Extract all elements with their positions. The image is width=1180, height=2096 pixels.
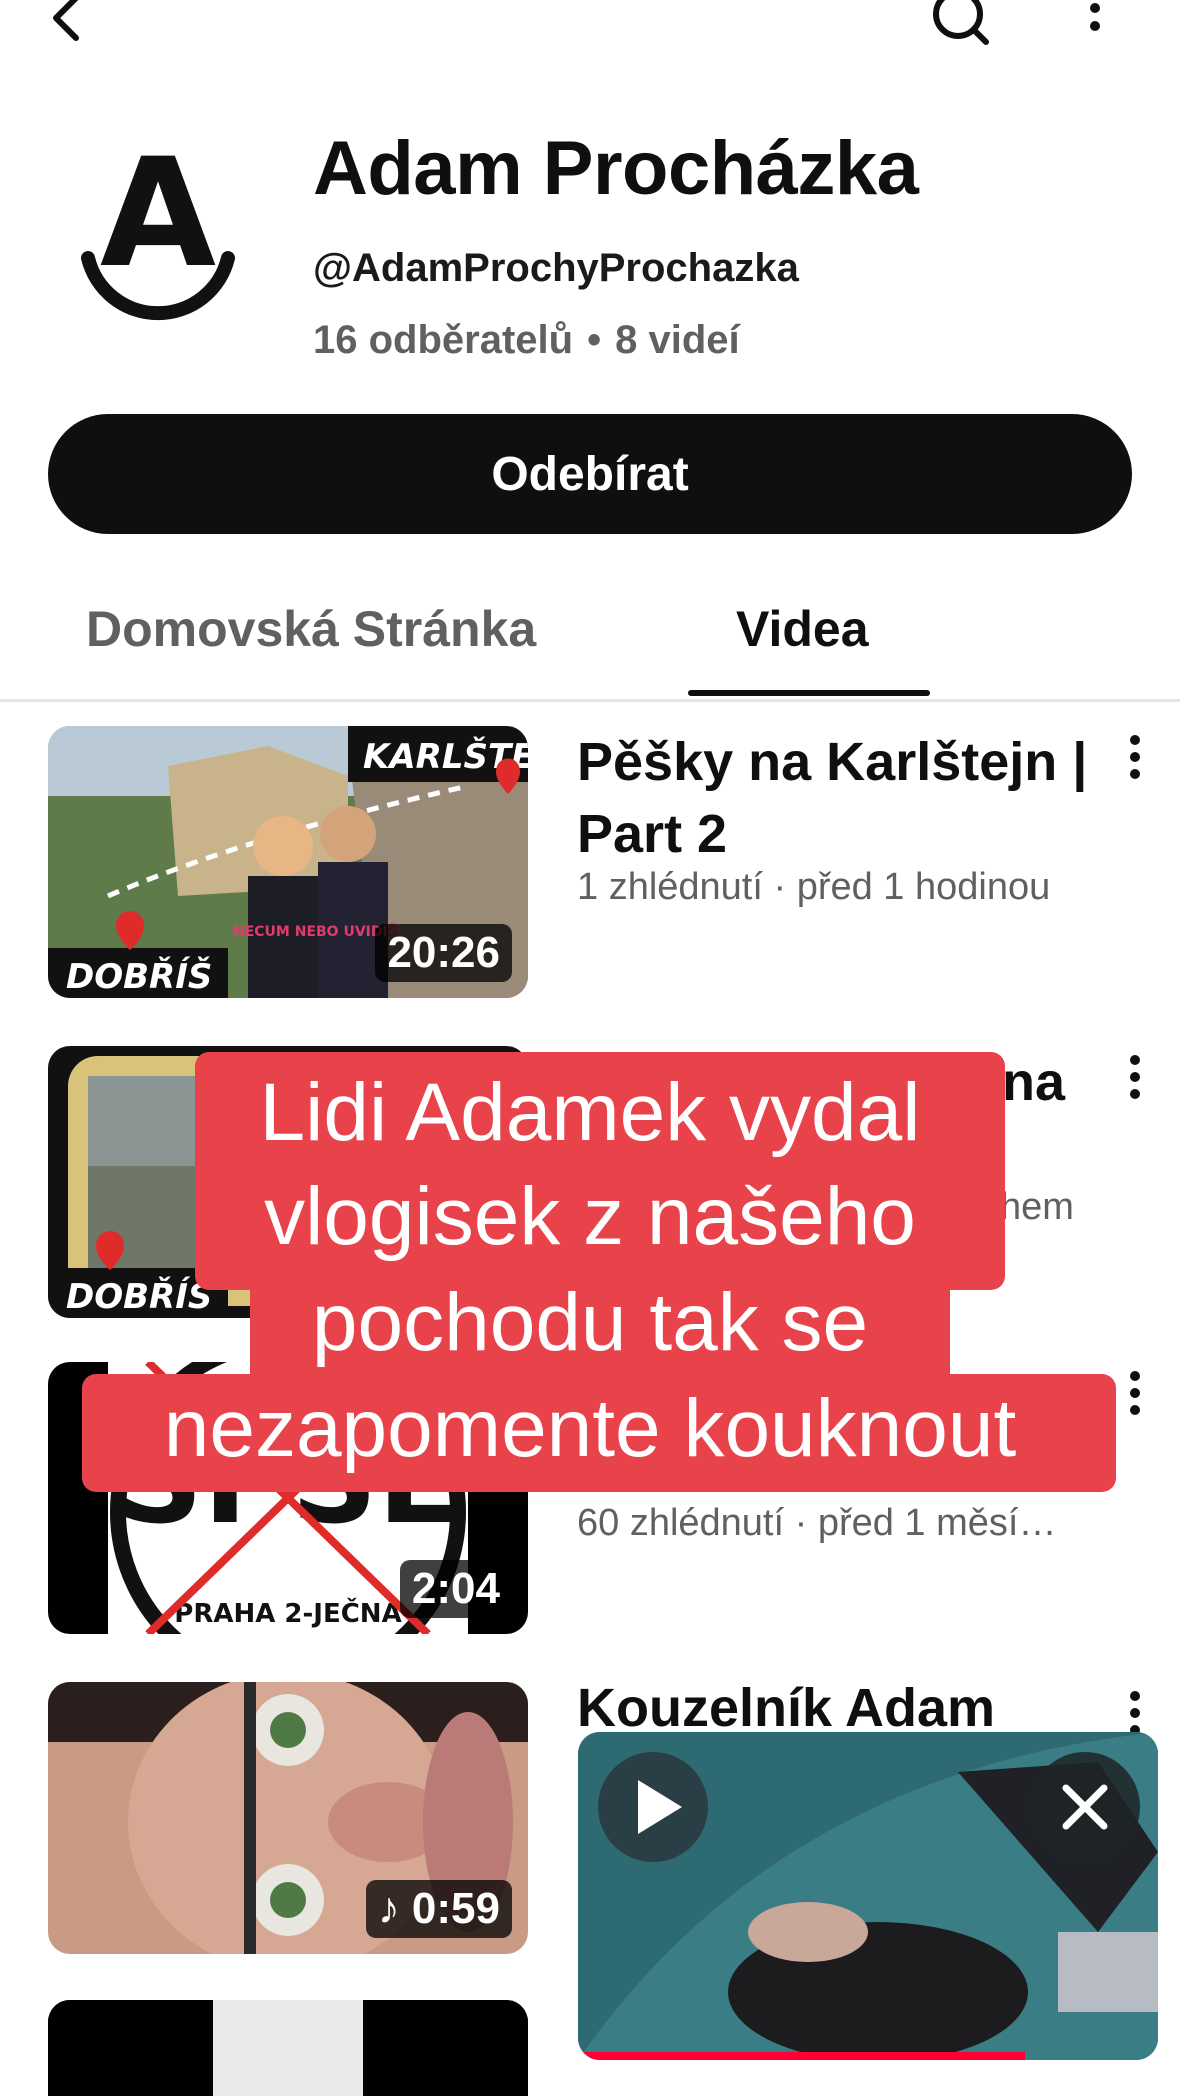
- video-list-item[interactable]: DOBŘÍŠ na hem: [0, 1046, 1180, 1318]
- top-app-bar: [0, 0, 1180, 60]
- stats-separator: •: [587, 318, 602, 362]
- mini-player-play-button[interactable]: [598, 1752, 708, 1862]
- channel-handle: @AdamProchyProchazka: [313, 246, 799, 290]
- channel-name: Adam Procházka: [313, 126, 919, 211]
- thumbnail-image: DOBŘÍŠ: [48, 1046, 528, 1318]
- mini-player-progress-bar[interactable]: [578, 2052, 1025, 2060]
- thumb-text-shirt: NECUM NEBO UVIDIŠ: [233, 922, 398, 940]
- music-note-icon: ♪: [377, 1884, 412, 1933]
- video-title[interactable]: Pěšky na Karlštejn | Part 2: [577, 726, 1107, 870]
- channel-stats: 16 odběratelů • 8 videí: [313, 318, 740, 363]
- video-meta: 60 zhlédnutí · před 1 měsí…: [577, 1502, 1057, 1544]
- subscriber-count: 16 odběratelů: [313, 318, 574, 362]
- play-icon: [638, 1780, 682, 1834]
- thumbnail-image: [48, 2000, 528, 2096]
- video-more-icon[interactable]: [1120, 1052, 1150, 1102]
- video-count: 8 videí: [615, 318, 740, 362]
- back-arrow-icon[interactable]: [44, 0, 94, 50]
- video-list-item[interactable]: KARLŠTEJN DOBŘÍŠ NECUM NEBO UVIDIŠ 20:26…: [0, 726, 1180, 998]
- duration-value: 0:59: [411, 1884, 500, 1933]
- video-duration: ♪ 0:59: [365, 1880, 512, 1938]
- mini-player-close-button[interactable]: [1030, 1752, 1140, 1862]
- video-thumbnail[interactable]: KARLŠTEJN DOBŘÍŠ NECUM NEBO UVIDIŠ 20:26: [48, 726, 528, 998]
- tab-home[interactable]: Domovská Stránka: [86, 600, 536, 658]
- channel-tabs: Domovská Stránka Videa: [0, 580, 1180, 702]
- video-thumbnail[interactable]: SPŠE PRAHA 2-JEČNÁ 2:04: [48, 1362, 528, 1634]
- more-options-icon[interactable]: [1080, 0, 1110, 50]
- thumb-text-dobris: DOBŘÍŠ: [66, 956, 212, 997]
- channel-avatar[interactable]: A: [68, 140, 248, 350]
- svg-text:A: A: [100, 140, 216, 301]
- search-icon[interactable]: [930, 0, 990, 50]
- thumb-text-school: PRAHA 2-JEČNÁ: [174, 1597, 401, 1629]
- video-thumbnail[interactable]: ♪ 0:59: [48, 1682, 528, 1954]
- close-icon: [1062, 1784, 1108, 1830]
- video-more-icon[interactable]: [1120, 1688, 1150, 1738]
- video-duration: 2:04: [399, 1560, 512, 1618]
- svg-text:SPŠE: SPŠE: [117, 1411, 460, 1551]
- video-meta: 1 zhlédnutí · před 1 hodinou: [577, 866, 1051, 908]
- video-duration: 20:26: [375, 924, 512, 982]
- video-thumbnail[interactable]: DOBŘÍŠ: [48, 1046, 528, 1318]
- video-more-icon[interactable]: [1120, 732, 1150, 782]
- tab-videos[interactable]: Videa: [736, 600, 869, 658]
- video-meta: hem: [1000, 1186, 1074, 1228]
- video-thumbnail-partial[interactable]: [48, 2000, 528, 2096]
- subscribe-button[interactable]: Odebírat: [48, 414, 1132, 534]
- video-more-icon[interactable]: [1120, 1368, 1150, 1418]
- active-tab-indicator: [688, 690, 930, 696]
- video-list-item[interactable]: SPŠE PRAHA 2-JEČNÁ 2:04 60 zhlédnutí · p…: [0, 1362, 1180, 1634]
- video-title-visible-fragment: na: [1002, 1052, 1066, 1112]
- mini-player[interactable]: [578, 1732, 1158, 2060]
- thumb-text-dobris: DOBŘÍŠ: [66, 1276, 212, 1317]
